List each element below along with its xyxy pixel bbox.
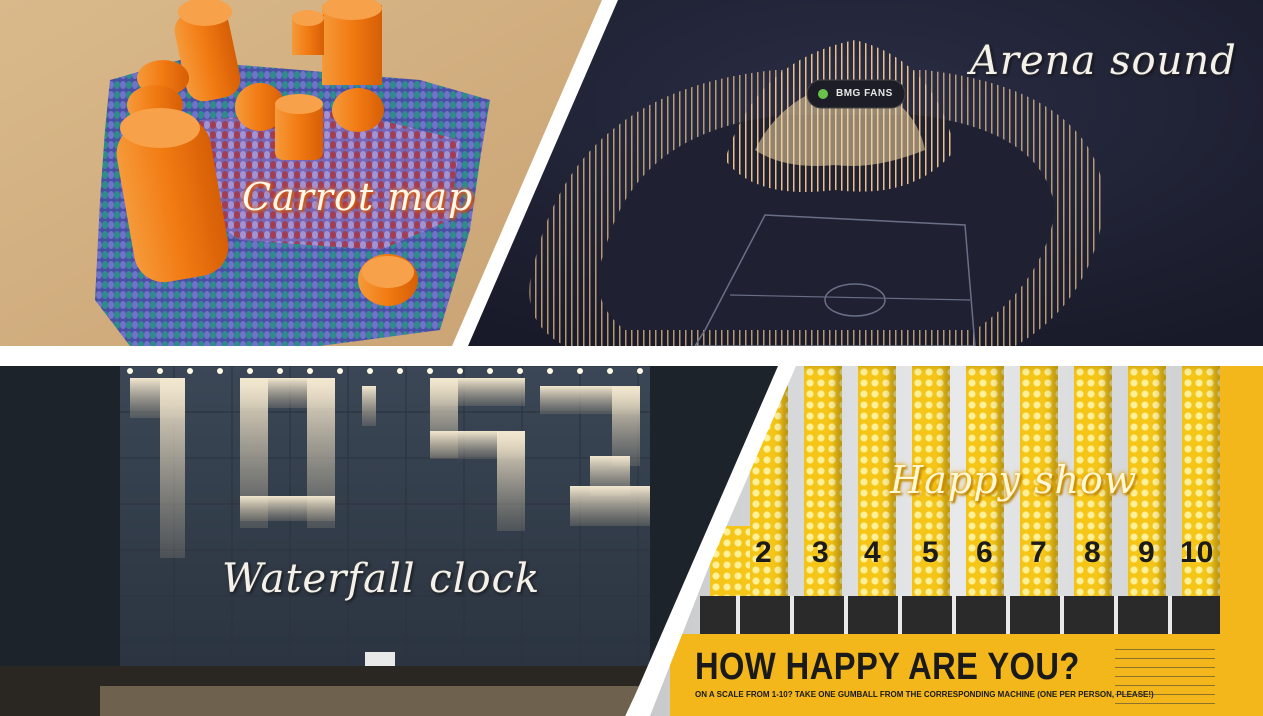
happy-subline: ON A SCALE FROM 1-10? TAKE ONE GUMBALL F… — [695, 690, 1154, 699]
gumball-dispensers — [700, 596, 1220, 634]
tube-number: 6 — [976, 536, 993, 569]
tube-number: 7 — [1030, 536, 1047, 569]
tube-number: 4 — [864, 536, 881, 569]
waterfall-clock-caption: Waterfall clock — [222, 556, 541, 602]
bmg-fans-label: BMG FANS — [836, 88, 893, 99]
arena-sound-caption: Arena sound — [970, 38, 1237, 84]
carrot-map-caption: Carrot map — [242, 175, 474, 219]
tube-number: 9 — [1138, 536, 1155, 569]
handwritten-note — [1115, 644, 1215, 712]
happy-headline: HOW HAPPY ARE YOU? — [695, 646, 1080, 688]
tube-number: 5 — [922, 536, 939, 569]
tube-number: 8 — [1084, 536, 1101, 569]
happy-show-caption: Happy show — [890, 458, 1138, 502]
tube-number: 10 — [1180, 536, 1214, 569]
tube-number: 2 — [755, 536, 772, 569]
tube-numbers: 2 3 4 5 6 7 8 9 10 — [750, 536, 1220, 576]
tube-number: 3 — [812, 536, 829, 569]
